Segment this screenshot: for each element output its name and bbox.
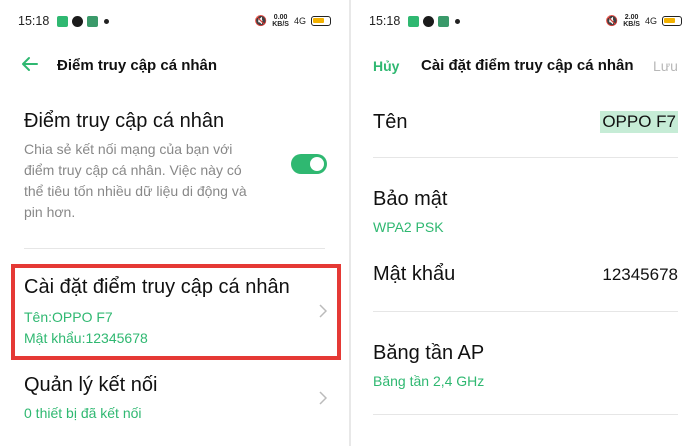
password-input[interactable]: 12345678 bbox=[602, 265, 678, 285]
status-bar: 15:18 🔇 0.00 KB/S 4G bbox=[18, 12, 331, 30]
toggle-knob bbox=[310, 157, 324, 171]
name-label: Tên bbox=[373, 111, 408, 133]
hotspot-title: Điểm truy cập cá nhân bbox=[24, 110, 225, 132]
chevron-right-icon bbox=[319, 391, 327, 405]
more-notifications-icon bbox=[455, 18, 461, 24]
facebook-icon bbox=[423, 15, 435, 27]
mute-icon: 🔇 bbox=[254, 15, 268, 27]
cancel-button[interactable]: Hủy bbox=[373, 58, 399, 74]
mute-icon: 🔇 bbox=[605, 15, 619, 27]
status-time: 15:18 bbox=[369, 14, 401, 28]
status-bar: 15:18 🔇 2.00 KB/S 4G bbox=[369, 12, 682, 30]
name-input[interactable]: OPPO F7 bbox=[600, 111, 678, 133]
network-speed: 0.00 KB/S bbox=[272, 14, 289, 28]
security-label: Bảo mật bbox=[373, 188, 448, 210]
page-title: Cài đặt điểm truy cập cá nhân bbox=[421, 57, 634, 74]
battery-icon bbox=[662, 16, 682, 26]
security-value: WPA2 PSK bbox=[373, 219, 444, 235]
message-icon bbox=[408, 15, 420, 27]
band-label: Băng tần AP bbox=[373, 342, 485, 364]
more-notifications-icon bbox=[104, 18, 110, 24]
facebook-icon bbox=[72, 15, 84, 27]
hotspot-toggle[interactable] bbox=[291, 154, 327, 174]
desc-line: pin hơn. bbox=[24, 204, 76, 220]
band-value: Băng tần 2,4 GHz bbox=[373, 373, 485, 389]
page-title: Điểm truy cập cá nhân bbox=[57, 57, 218, 74]
connections-title: Quản lý kết nối bbox=[24, 374, 158, 396]
desc-line: thể tiêu tốn nhiều dữ liệu di động và bbox=[24, 183, 247, 199]
message-icon bbox=[57, 15, 69, 27]
connected-count: 0 thiết bị đã kết nối bbox=[24, 405, 142, 421]
save-button[interactable]: Lưu bbox=[653, 58, 678, 74]
highlight-box bbox=[11, 264, 341, 360]
password-label: Mật khẩu bbox=[373, 263, 456, 285]
hotspot-screen: 15:18 🔇 0.00 KB/S 4G Điểm truy cập cá nh… bbox=[0, 0, 349, 446]
signal-icon: 4G bbox=[293, 16, 306, 26]
divider bbox=[373, 414, 678, 415]
desc-line: điểm truy cập cá nhân. Việc này có bbox=[24, 162, 242, 178]
speed-value: 2.00 bbox=[624, 14, 639, 21]
speed-value: 0.00 bbox=[273, 14, 288, 21]
connection-manager-item[interactable]: Quản lý kết nối 0 thiết bị đã kết nối bbox=[24, 374, 325, 421]
speed-unit: KB/S bbox=[272, 21, 289, 28]
divider bbox=[373, 157, 678, 158]
divider bbox=[373, 311, 678, 312]
app-notification-icon bbox=[87, 15, 99, 27]
back-arrow-icon[interactable] bbox=[20, 54, 40, 74]
battery-icon bbox=[311, 16, 331, 26]
speed-unit: KB/S bbox=[623, 21, 640, 28]
divider bbox=[24, 248, 325, 249]
hotspot-description: Chia sẻ kết nối mạng của bạn với điểm tr… bbox=[24, 139, 269, 223]
hotspot-settings-screen: 15:18 🔇 2.00 KB/S 4G Hủy Cài đặt điểm tr… bbox=[351, 0, 700, 446]
desc-line: Chia sẻ kết nối mạng của bạn với bbox=[24, 141, 233, 157]
network-speed: 2.00 KB/S bbox=[623, 14, 640, 28]
status-time: 15:18 bbox=[18, 14, 50, 28]
app-header: Điểm truy cập cá nhân bbox=[0, 52, 349, 80]
app-notification-icon bbox=[438, 15, 450, 27]
signal-icon: 4G bbox=[644, 16, 657, 26]
